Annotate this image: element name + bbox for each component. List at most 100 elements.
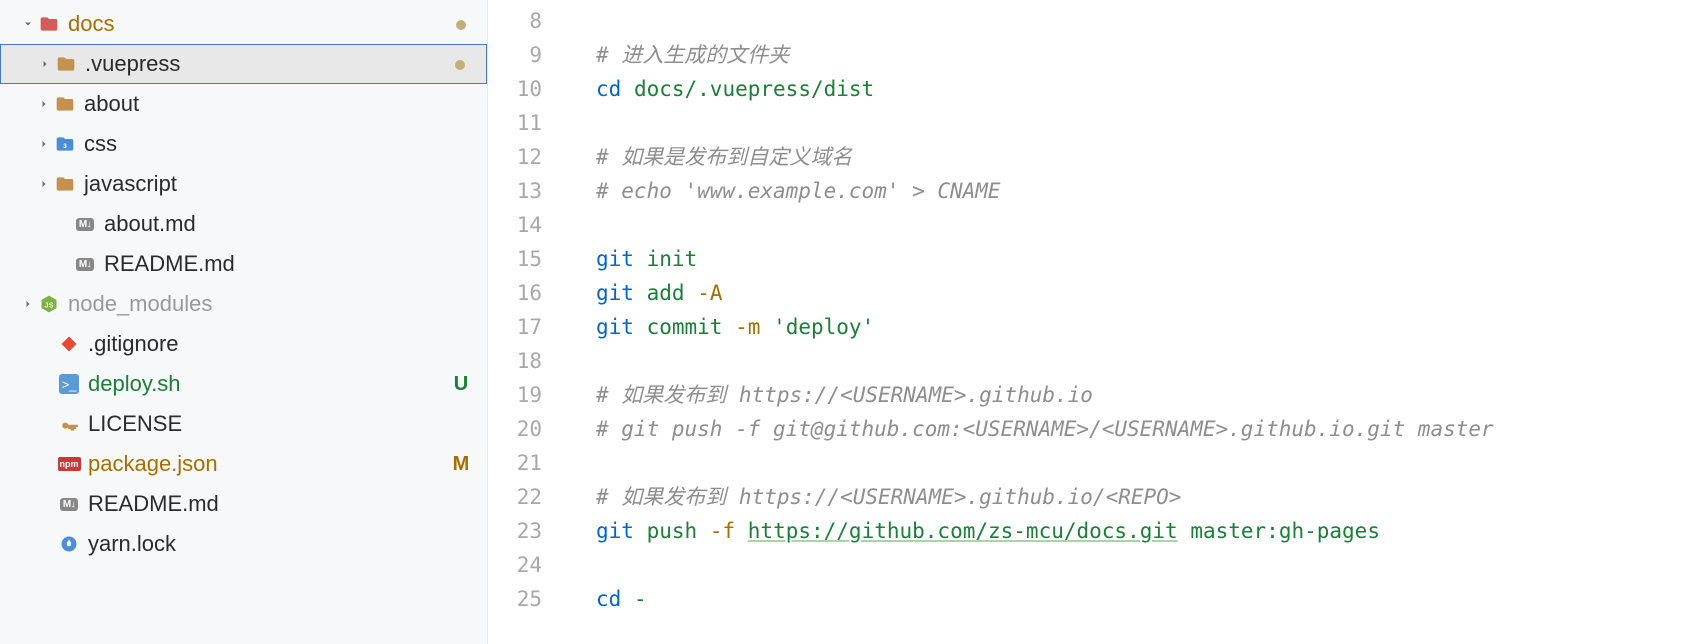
code-line[interactable]: # echo 'www.example.com' > CNAME	[568, 174, 1694, 208]
tree-item-label: deploy.sh	[88, 371, 451, 397]
tree-item-label: javascript	[84, 171, 451, 197]
modified-dot-icon	[456, 20, 466, 30]
code-line[interactable]: git push -f https://github.com/zs-mcu/do…	[568, 514, 1694, 548]
code-line[interactable]: cd docs/.vuepress/dist	[568, 72, 1694, 106]
chevron-right-icon[interactable]	[34, 98, 54, 110]
token-arg: add	[647, 281, 685, 305]
chevron-right-icon[interactable]	[18, 298, 38, 310]
line-number: 24	[488, 548, 542, 582]
chevron-down-icon[interactable]	[18, 18, 38, 30]
token-comment: # 如果发布到 https://<USERNAME>.github.io/<RE…	[596, 485, 1181, 509]
line-number: 11	[488, 106, 542, 140]
token-plain	[735, 519, 748, 543]
tree-item-label: yarn.lock	[88, 531, 451, 557]
code-line[interactable]	[568, 208, 1694, 242]
code-line[interactable]: git init	[568, 242, 1694, 276]
token-plain	[685, 281, 698, 305]
tree-item-readme-md[interactable]: M↓ README.md	[0, 484, 487, 524]
node-icon: JS	[38, 293, 60, 315]
token-plain	[697, 519, 710, 543]
folder-css-icon: 3	[54, 133, 76, 155]
code-editor[interactable]: 8910111213141516171819202122232425 # 进入生…	[488, 0, 1694, 644]
line-number: 18	[488, 344, 542, 378]
token-plain	[760, 315, 773, 339]
line-number: 14	[488, 208, 542, 242]
sh-icon: >_	[58, 373, 80, 395]
md-icon: M↓	[74, 213, 96, 235]
tree-item-status: U	[451, 373, 471, 396]
token-string: 'deploy'	[773, 315, 874, 339]
token-comment: # git push -f git@github.com:<USERNAME>/…	[596, 417, 1494, 441]
tree-item-label: css	[84, 131, 451, 157]
token-arg: push	[647, 519, 698, 543]
code-line[interactable]: git commit -m 'deploy'	[568, 310, 1694, 344]
tree-item-label: .vuepress	[85, 51, 450, 77]
line-number: 19	[488, 378, 542, 412]
tree-item--gitignore[interactable]: .gitignore	[0, 324, 487, 364]
code-line[interactable]: # 如果发布到 https://<USERNAME>.github.io/<RE…	[568, 480, 1694, 514]
tree-item-label: README.md	[104, 251, 451, 277]
tree-item-deploy-sh[interactable]: >_ deploy.shU	[0, 364, 487, 404]
line-number: 23	[488, 514, 542, 548]
tree-item-label: .gitignore	[88, 331, 451, 357]
token-flag: -f	[710, 519, 735, 543]
token-comment: # echo 'www.example.com' > CNAME	[596, 179, 1001, 203]
token-comment: # 如果发布到 https://<USERNAME>.github.io	[596, 383, 1093, 407]
token-cmd: git	[596, 519, 634, 543]
tree-item-css[interactable]: 3 css	[0, 124, 487, 164]
code-line[interactable]	[568, 446, 1694, 480]
token-arg: master:gh-pages	[1190, 519, 1380, 543]
tree-item-node-modules[interactable]: JSnode_modules	[0, 284, 487, 324]
token-plain	[621, 587, 634, 611]
line-number: 21	[488, 446, 542, 480]
chevron-right-icon[interactable]	[34, 138, 54, 150]
token-cmd: git	[596, 281, 634, 305]
code-line[interactable]: cd -	[568, 582, 1694, 616]
code-content[interactable]: # 进入生成的文件夹cd docs/.vuepress/dist# 如果是发布到…	[568, 4, 1694, 644]
md-icon: M↓	[58, 493, 80, 515]
line-number: 20	[488, 412, 542, 446]
code-line[interactable]	[568, 4, 1694, 38]
tree-item-label: README.md	[88, 491, 451, 517]
line-number: 25	[488, 582, 542, 616]
code-line[interactable]: # 如果发布到 https://<USERNAME>.github.io	[568, 378, 1694, 412]
code-line[interactable]: # 如果是发布到自定义域名	[568, 140, 1694, 174]
line-number: 8	[488, 4, 542, 38]
chevron-right-icon[interactable]	[34, 178, 54, 190]
git-icon	[58, 333, 80, 355]
tree-item--vuepress[interactable]: .vuepress	[0, 44, 487, 84]
code-line[interactable]	[568, 548, 1694, 582]
token-cmd: cd	[596, 587, 621, 611]
code-line[interactable]: # git push -f git@github.com:<USERNAME>/…	[568, 412, 1694, 446]
token-plain	[1178, 519, 1191, 543]
folder-red-icon	[38, 13, 60, 35]
tree-item-yarn-lock[interactable]: yarn.lock	[0, 524, 487, 564]
code-line[interactable]	[568, 106, 1694, 140]
tree-item-package-json[interactable]: npmpackage.jsonM	[0, 444, 487, 484]
modified-dot-icon	[455, 60, 465, 70]
file-tree-sidebar: docs .vuepress about 3 css javascript M↓about.…	[0, 0, 488, 644]
chevron-right-icon[interactable]	[35, 58, 55, 70]
code-line[interactable]	[568, 344, 1694, 378]
line-number-gutter: 8910111213141516171819202122232425	[488, 4, 568, 644]
token-plain	[722, 315, 735, 339]
tree-item-readme-md[interactable]: M↓ README.md	[0, 244, 487, 284]
line-number: 12	[488, 140, 542, 174]
tree-item-javascript[interactable]: javascript	[0, 164, 487, 204]
folder-icon	[54, 93, 76, 115]
token-cmd: cd	[596, 77, 621, 101]
token-arg: init	[647, 247, 698, 271]
tree-item-license[interactable]: LICENSE	[0, 404, 487, 444]
code-line[interactable]: git add -A	[568, 276, 1694, 310]
line-number: 16	[488, 276, 542, 310]
tree-item-status	[450, 53, 470, 76]
tree-item-about-md[interactable]: M↓about.md	[0, 204, 487, 244]
folder-icon	[54, 173, 76, 195]
tree-item-about[interactable]: about	[0, 84, 487, 124]
tree-item-docs[interactable]: docs	[0, 4, 487, 44]
code-line[interactable]: # 进入生成的文件夹	[568, 38, 1694, 72]
md-icon: M↓	[74, 253, 96, 275]
token-flag: -A	[697, 281, 722, 305]
token-arg: docs/.vuepress/dist	[634, 77, 874, 101]
tree-item-label: about	[84, 91, 451, 117]
